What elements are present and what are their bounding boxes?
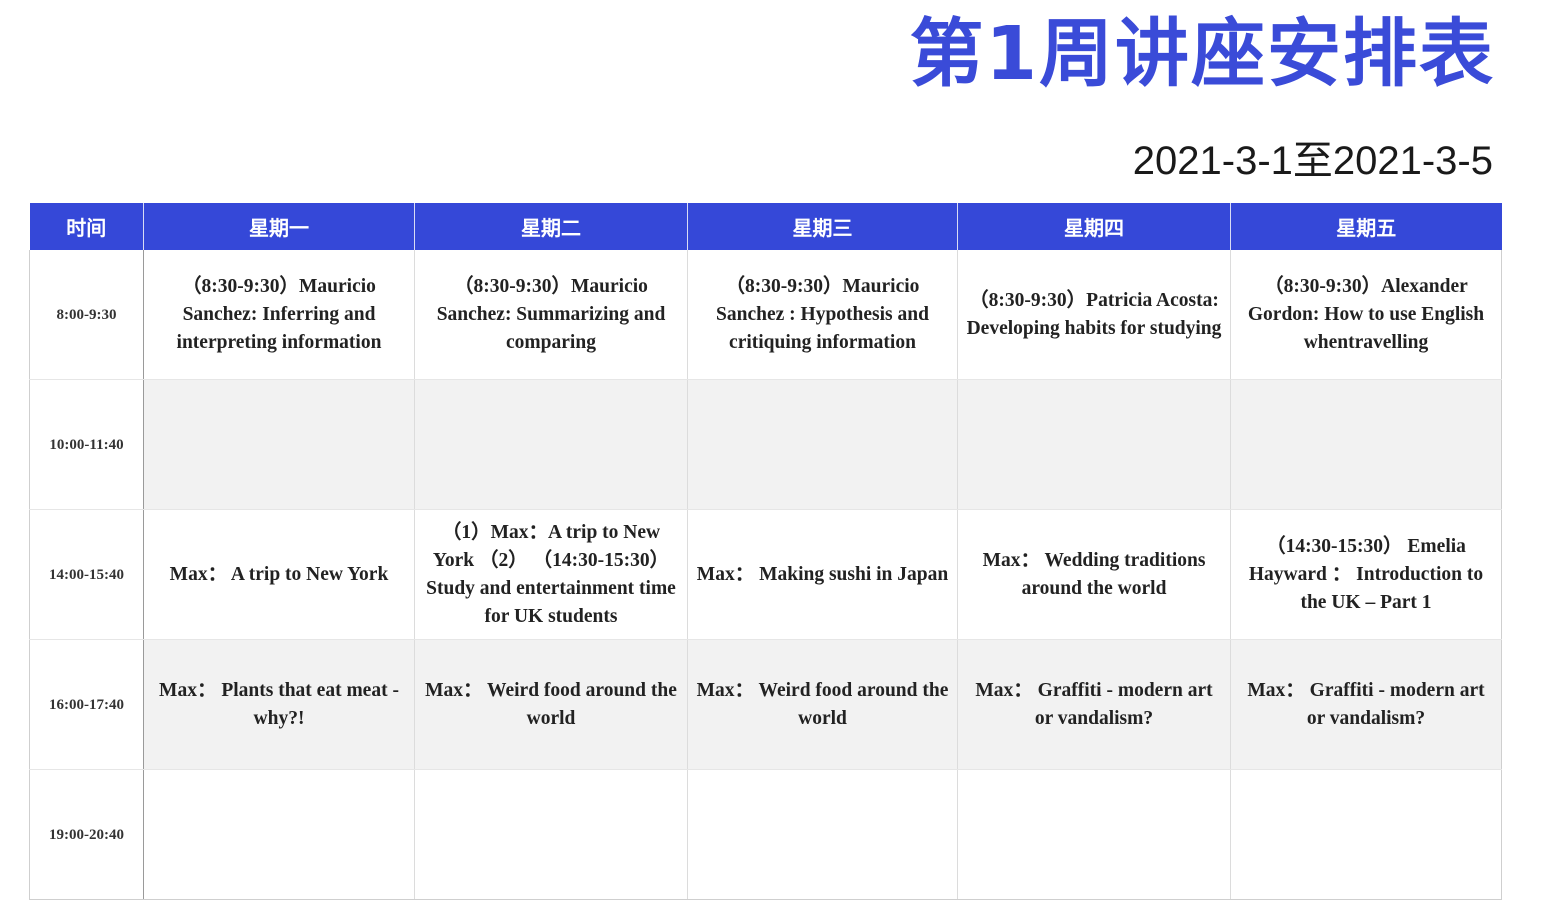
lecture-cell: （1）Max：A trip to New York （2） （14:30-15:… [414, 509, 688, 640]
time-slot-cell: 14:00-15:40 [29, 509, 144, 640]
lecture-cell: Max： Graffiti - modern art or vandalism? [1230, 639, 1502, 770]
lecture-cell: （8:30-9:30）Mauricio Sanchez : Hypothesis… [687, 250, 958, 380]
header-wednesday: 星期三 [687, 203, 958, 250]
time-slot-cell: 8:00-9:30 [29, 250, 144, 380]
lecture-cell: Max： Weird food around the world [414, 639, 688, 770]
lecture-cell: Max： Plants that eat meat - why?! [143, 639, 415, 770]
header-friday: 星期五 [1230, 203, 1502, 250]
lecture-cell: Max： Making sushi in Japan [687, 509, 958, 640]
lecture-cell: Max： A trip to New York [143, 509, 415, 640]
time-slot-cell: 19:00-20:40 [29, 769, 144, 900]
lecture-cell [1230, 379, 1502, 510]
header-thursday: 星期四 [957, 203, 1231, 250]
lecture-cell [957, 769, 1231, 900]
lecture-cell [687, 379, 958, 510]
table-row: 16:00-17:40 Max： Plants that eat meat - … [29, 639, 1502, 770]
lecture-schedule-table: 时间 星期一 星期二 星期三 星期四 星期五 8:00-9:30 （8:30-9… [29, 203, 1502, 900]
lecture-cell [143, 769, 415, 900]
table-header-row: 时间 星期一 星期二 星期三 星期四 星期五 [29, 203, 1502, 250]
lecture-cell: （14:30-15:30） Emelia Hayward ： Introduct… [1230, 509, 1502, 640]
page-title: 第1周讲座安排表 [909, 11, 1495, 97]
lecture-cell [687, 769, 958, 900]
date-range: 2021-3-1至2021-3-5 [1132, 139, 1493, 183]
lecture-cell: Max： Graffiti - modern art or vandalism? [957, 639, 1231, 770]
lecture-cell: （8:30-9:30）Mauricio Sanchez: Inferring a… [143, 250, 415, 380]
lecture-cell: （8:30-9:30）Alexander Gordon: How to use … [1230, 250, 1502, 380]
lecture-cell [414, 769, 688, 900]
table-row: 19:00-20:40 [29, 769, 1502, 900]
table-row: 10:00-11:40 [29, 379, 1502, 510]
lecture-cell [1230, 769, 1502, 900]
lecture-cell: Max： Weird food around the world [687, 639, 958, 770]
lecture-cell [414, 379, 688, 510]
time-slot-cell: 16:00-17:40 [29, 639, 144, 770]
header-monday: 星期一 [143, 203, 415, 250]
lecture-cell: （8:30-9:30）Mauricio Sanchez: Summarizing… [414, 250, 688, 380]
lecture-cell: Max： Wedding traditions around the world [957, 509, 1231, 640]
lecture-cell [957, 379, 1231, 510]
header-time: 时间 [29, 203, 144, 250]
lecture-cell [143, 379, 415, 510]
lecture-cell: （8:30-9:30）Patricia Acosta: Developing h… [957, 250, 1231, 380]
table-row: 8:00-9:30 （8:30-9:30）Mauricio Sanchez: I… [29, 250, 1502, 380]
time-slot-cell: 10:00-11:40 [29, 379, 144, 510]
table-row: 14:00-15:40 Max： A trip to New York （1）M… [29, 509, 1502, 640]
header-tuesday: 星期二 [414, 203, 688, 250]
